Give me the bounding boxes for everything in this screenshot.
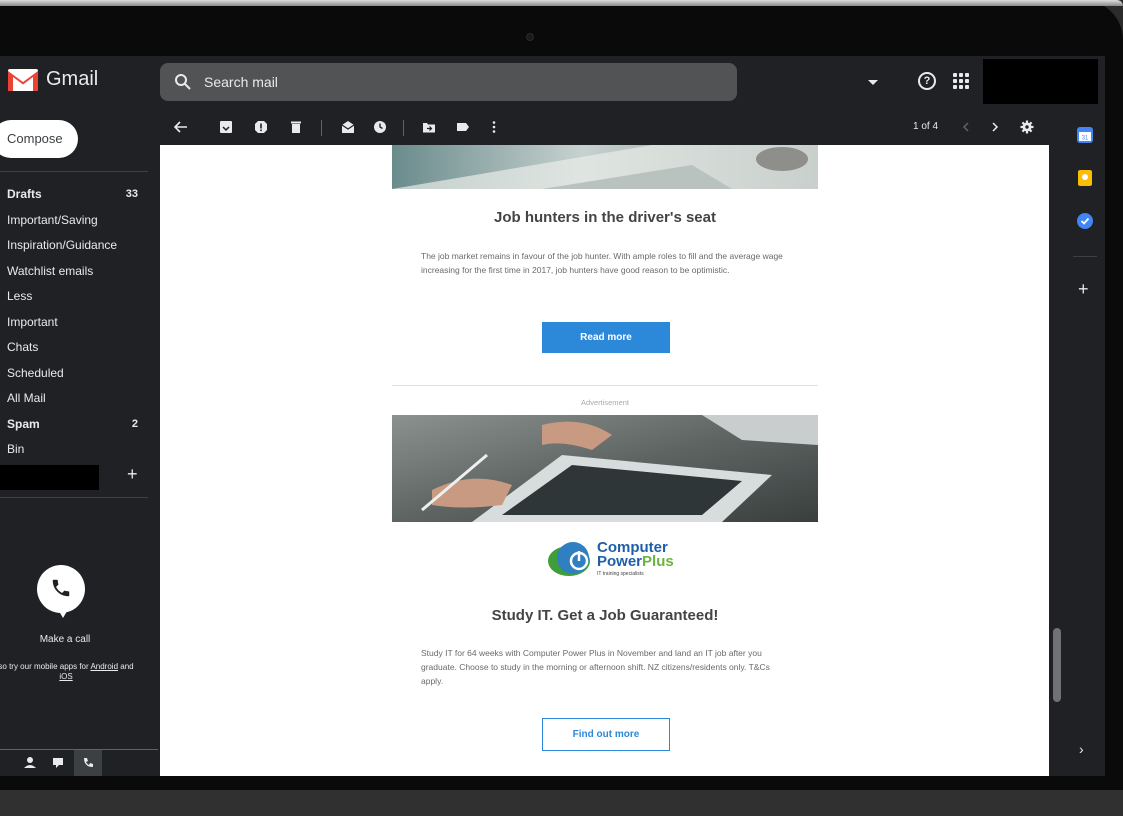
more-icon[interactable] (487, 120, 501, 134)
sidebar-item-less[interactable]: Less (0, 284, 148, 310)
sidebar-item-scheduled[interactable]: Scheduled (0, 361, 148, 387)
move-to-icon[interactable] (422, 120, 436, 134)
gmail-logo[interactable]: Gmail (8, 68, 98, 91)
snooze-icon[interactable] (373, 120, 387, 134)
get-addons-button[interactable]: + (1078, 279, 1089, 300)
bezel-edge (0, 0, 1123, 6)
sidebar-item-label: Important/Saving (7, 212, 98, 227)
label-divider (0, 497, 148, 498)
search-icon[interactable] (174, 73, 192, 91)
sidebar-item-watchlist-emails[interactable]: Watchlist emails (0, 259, 148, 285)
article-body: The job market remains in favour of the … (421, 251, 783, 275)
sidebar-item-all-mail[interactable]: All Mail (0, 386, 148, 412)
ad-image (392, 415, 818, 522)
gmail-m-icon (8, 68, 38, 91)
camera (526, 33, 534, 41)
email-body: Job hunters in the driver's seat The job… (160, 145, 1049, 776)
sidebar: Compose Drafts 33 Important/Saving Inspirat… (0, 106, 158, 776)
sidebar-item-bin[interactable]: Bin (0, 437, 148, 463)
label-redacted[interactable] (0, 465, 99, 490)
sidebar-item-label: All Mail (7, 391, 46, 405)
logo-text-power: Power (597, 553, 643, 570)
article-heading: Job hunters in the driver's seat (494, 209, 716, 226)
sidebar-item-inspiration-guidance[interactable]: Inspiration/Guidance (0, 233, 148, 259)
svg-text:31: 31 (1082, 136, 1089, 142)
find-out-more-button[interactable]: Find out more (542, 718, 670, 751)
sidebar-item-important-saving[interactable]: Important/Saving (0, 208, 148, 234)
settings-icon[interactable] (1020, 120, 1034, 134)
scrollbar-thumb[interactable] (1053, 628, 1061, 702)
side-panel: 31 + › (1065, 113, 1105, 776)
sidebar-item-spam[interactable]: Spam 2 (0, 412, 148, 438)
logo-tagline: IT training specialists (597, 571, 644, 577)
call-bubble-tail (56, 606, 70, 618)
ad-body: Study IT for 64 weeks with Computer Powe… (421, 648, 770, 686)
android-link[interactable]: Android (90, 662, 118, 671)
sidebar-bottom-tabs (0, 750, 158, 776)
toolbar-separator (403, 120, 404, 136)
sidebar-item-label: Less (7, 289, 33, 303)
sidebar-item-drafts[interactable]: Drafts 33 (0, 182, 148, 208)
sidebar-item-count: 33 (125, 188, 138, 200)
calendar-icon[interactable]: 31 (1077, 127, 1093, 143)
article-image-top (392, 145, 818, 189)
advertisement-label: Advertisement (581, 398, 629, 407)
pagination-text: 1 of 4 (913, 121, 939, 132)
label-icon[interactable] (456, 120, 470, 134)
prev-icon[interactable] (959, 120, 973, 134)
phone-tab-icon[interactable] (74, 750, 102, 776)
sidebar-item-label: Bin (7, 442, 25, 456)
sidebar-item-label: Chats (7, 340, 39, 354)
search-options-icon[interactable] (868, 80, 878, 85)
toolbar-separator (321, 120, 322, 136)
sidebar-item-label: Scheduled (7, 365, 64, 380)
read-more-button[interactable]: Read more (542, 322, 670, 353)
keep-icon[interactable] (1077, 170, 1093, 186)
sidebar-item-label: Inspiration/Guidance (7, 238, 118, 252)
next-icon[interactable] (988, 120, 1002, 134)
search-bar[interactable] (160, 63, 878, 101)
tasks-icon[interactable] (1077, 213, 1093, 229)
phone-icon (52, 579, 70, 597)
contacts-icon[interactable] (16, 750, 44, 776)
sidebar-item-count: 2 (131, 417, 138, 430)
delete-icon[interactable] (289, 120, 303, 134)
account-redacted[interactable] (983, 59, 1098, 104)
apps-icon[interactable] (953, 73, 969, 89)
sidebar-item-label: Drafts (7, 187, 42, 201)
sidebar-item-chats[interactable]: Chats (0, 335, 148, 361)
mobile-note-and: and (118, 662, 134, 671)
gmail-screen: Gmail ? Compose Drafts 33 Important/Saving… (0, 56, 1105, 776)
side-panel-divider (1073, 256, 1097, 257)
sidebar-item-label: Watchlist emails (7, 263, 94, 278)
section-divider (392, 385, 818, 386)
search-input[interactable] (204, 63, 684, 101)
help-icon[interactable]: ? (918, 72, 936, 90)
top-bar: Gmail ? (0, 56, 1105, 106)
back-icon[interactable] (174, 120, 188, 134)
mobile-note-prefix: so try our mobile apps for (0, 662, 91, 671)
make-call-link[interactable]: Make a call (0, 634, 130, 645)
compose-button[interactable]: Compose (0, 120, 78, 158)
report-spam-icon[interactable] (254, 120, 268, 134)
sidebar-item-label: Spam (7, 416, 40, 431)
mobile-apps-note: so try our mobile apps for Android and i… (0, 662, 138, 682)
ios-link[interactable]: iOS (59, 672, 72, 681)
logo-text-powerplus: PowerPlus (597, 553, 674, 570)
expand-panel-button[interactable]: › (1079, 741, 1084, 757)
logo-text-plus: Plus (642, 553, 674, 570)
archive-icon[interactable] (219, 120, 233, 134)
ad-heading: Study IT. Get a Job Guaranteed! (491, 607, 719, 624)
nav-divider (0, 171, 148, 172)
nav-list: Drafts 33 Important/Saving Inspiration/Guid… (0, 182, 148, 463)
sidebar-item-label: Important (7, 314, 58, 329)
message-toolbar: 1 of 4 (160, 113, 1060, 143)
mark-unread-icon[interactable] (341, 120, 355, 134)
add-label-button[interactable]: + (127, 464, 138, 485)
sidebar-item-important[interactable]: Important (0, 310, 148, 336)
laptop-base (0, 790, 1123, 816)
app-name: Gmail (46, 68, 99, 90)
chat-icon[interactable] (44, 750, 72, 776)
